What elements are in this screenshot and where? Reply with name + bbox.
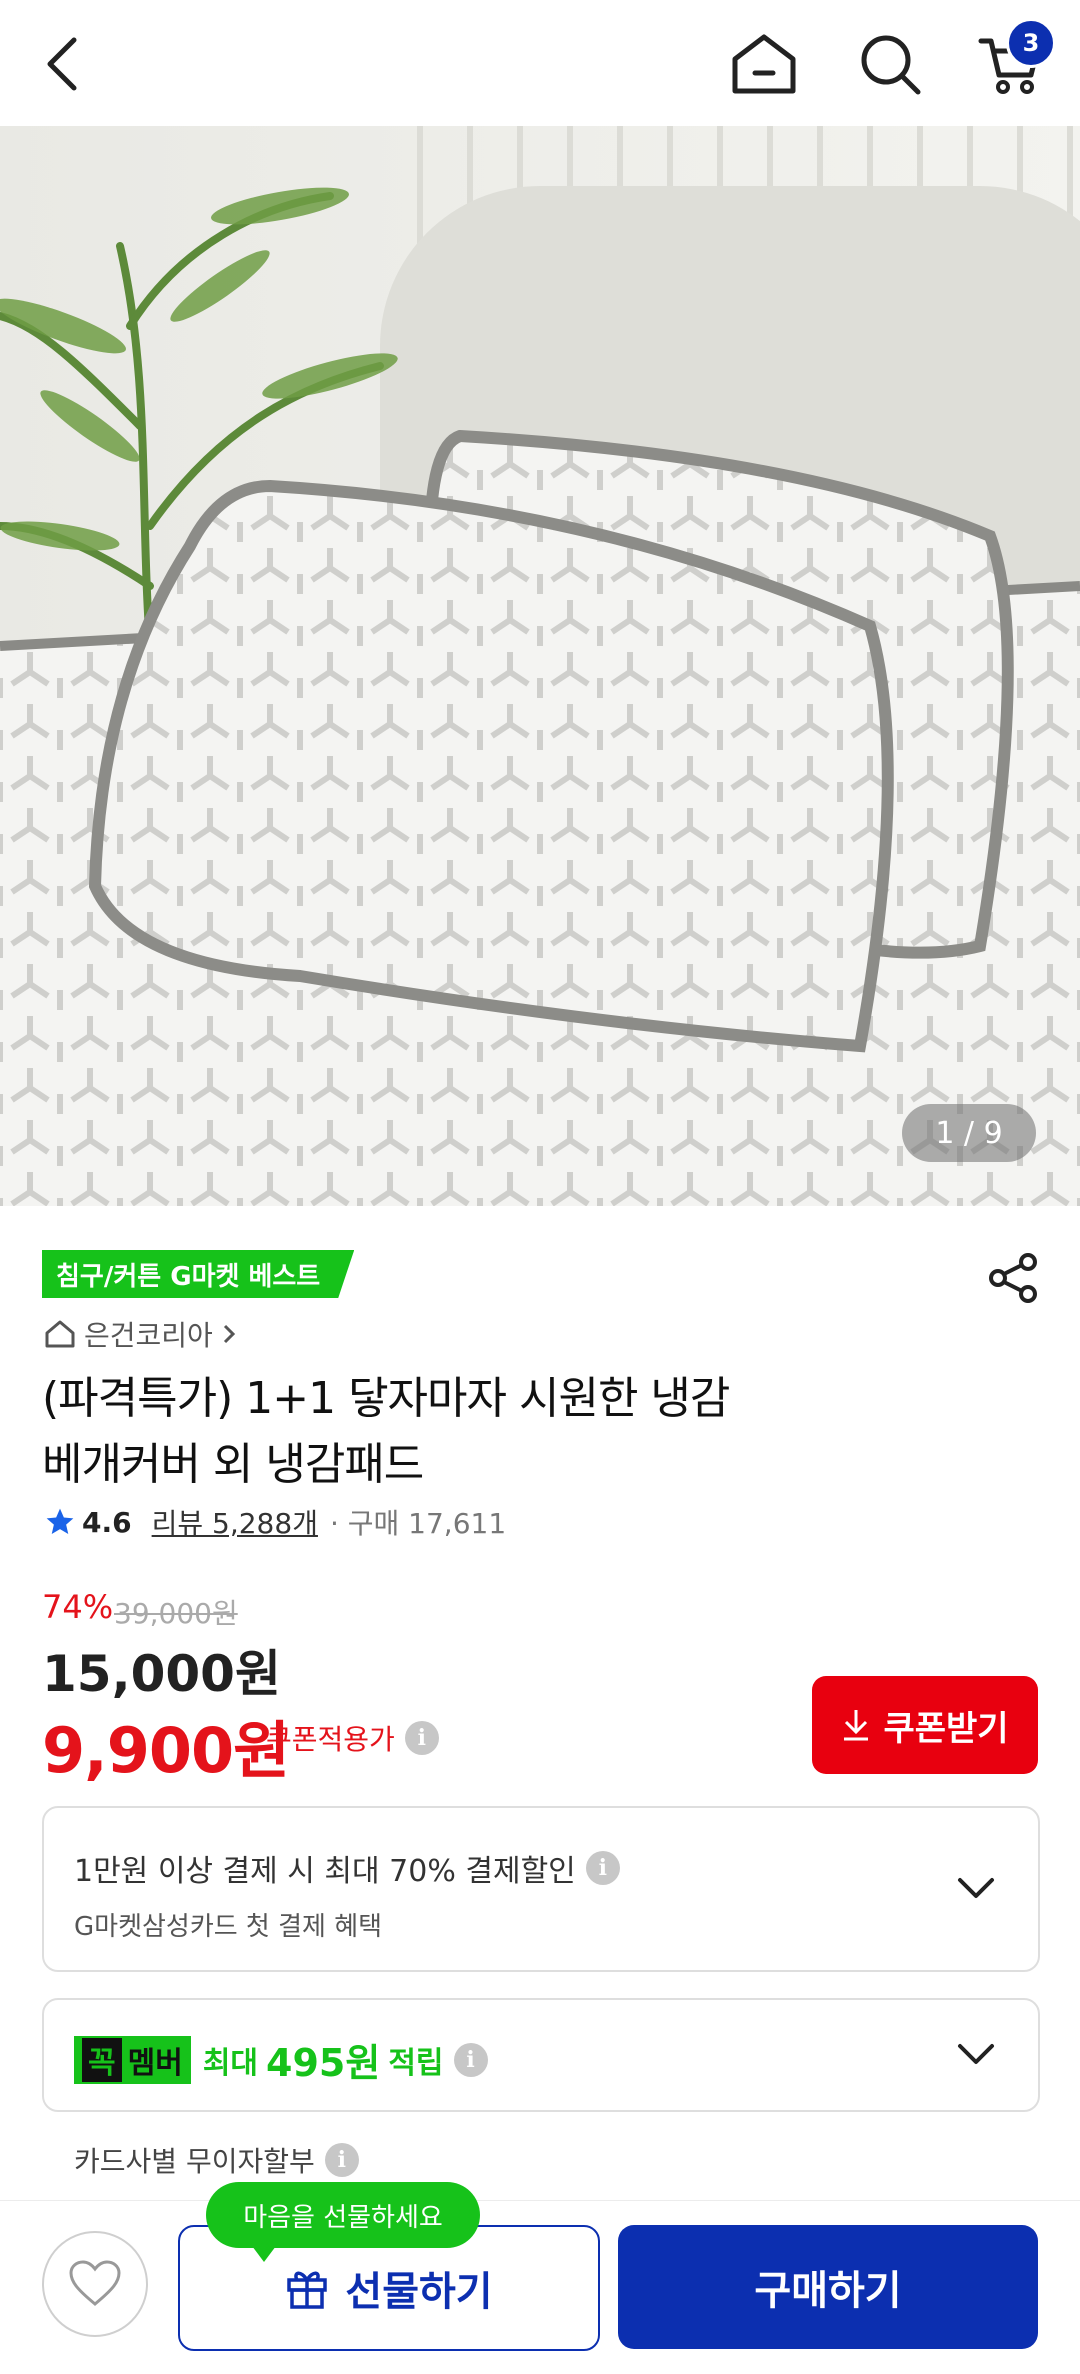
- image-counter: 1 / 9: [902, 1104, 1036, 1162]
- coupon-price-label: 쿠폰적용가 i: [266, 1718, 439, 1758]
- coupon-label-text: 쿠폰적용가: [266, 1723, 395, 1756]
- search-button[interactable]: [852, 26, 928, 102]
- purchase-count: · 구매 17,611: [329, 1507, 507, 1540]
- product-photo: [0, 126, 1080, 1206]
- info-icon[interactable]: i: [404, 1721, 439, 1755]
- gift-label: 선물하기: [345, 2269, 493, 2315]
- buy-label: 구매하기: [754, 2268, 902, 2314]
- member-points-panel[interactable]: 꼭 멤버 최대 495원 적립 i: [42, 1998, 1040, 2112]
- get-coupon-label: 쿠폰받기: [883, 1708, 1009, 1749]
- top-header: 3: [0, 0, 1080, 126]
- card-benefit-title: 1만원 이상 결제 시 최대 70% 결제할인 i: [74, 1846, 620, 1890]
- card-benefit-text: 1만원 이상 결제 시 최대 70% 결제할인: [74, 1854, 576, 1889]
- download-icon: [844, 1710, 869, 1741]
- member-badge-text: 멤버: [127, 2045, 183, 2081]
- card-benefit-panel[interactable]: 1만원 이상 결제 시 최대 70% 결제할인 i G마켓삼성카드 첫 결제 혜…: [42, 1806, 1040, 1972]
- cart-count-badge: 3: [1006, 18, 1056, 68]
- chevron-right-icon: [223, 1324, 235, 1344]
- sale-price: 15,000원: [42, 1645, 281, 1703]
- star-icon: [46, 1508, 74, 1534]
- member-badge: 꼭 멤버: [74, 2035, 191, 2084]
- best-seller-badge[interactable]: 침구/커튼 G마켓 베스트: [42, 1250, 354, 1298]
- wishlist-button[interactable]: [42, 2231, 148, 2337]
- chevron-down-icon[interactable]: [954, 1866, 998, 1910]
- seller-name: 은건코리아: [84, 1319, 213, 1352]
- product-title-line2: 베개커버 외 냉감패드: [42, 1439, 424, 1490]
- share-button[interactable]: [986, 1250, 1042, 1306]
- installment-info: 카드사별 무이자할부 i: [74, 2140, 359, 2180]
- buy-button[interactable]: 구매하기: [618, 2225, 1038, 2349]
- chevron-left-icon: [47, 37, 77, 91]
- home-button[interactable]: [726, 26, 802, 102]
- bottom-action-bar: 선물하기 구매하기: [0, 2200, 1080, 2374]
- rating-score: 4.6: [82, 1505, 132, 1539]
- member-points-value: 495원: [266, 2041, 381, 2085]
- rating-row: 4.6 리뷰 5,288개 · 구매 17,611: [44, 1502, 506, 1542]
- original-price: 39,000원: [114, 1597, 238, 1630]
- search-icon: [861, 35, 921, 95]
- gift-tooltip: 마음을 선물하세요: [206, 2182, 480, 2262]
- coupon-price: 9,900원: [42, 1714, 290, 1787]
- member-max-label: 최대: [202, 2045, 259, 2081]
- home-icon: [732, 34, 796, 94]
- get-coupon-button[interactable]: 쿠폰받기: [812, 1676, 1038, 1774]
- card-benefit-subtitle: G마켓삼성카드 첫 결제 혜택: [74, 1912, 383, 1942]
- member-points-row: 꼭 멤버 최대 495원 적립 i: [74, 2032, 488, 2087]
- product-title-line1: (파격특가) 1+1 닿자마자 시원한 냉감: [42, 1373, 730, 1424]
- chevron-down-icon[interactable]: [954, 2032, 998, 2076]
- discount-rate: 74%: [42, 1588, 114, 1626]
- info-icon[interactable]: i: [585, 1851, 620, 1885]
- back-button[interactable]: [24, 26, 100, 102]
- cart-button[interactable]: 3: [972, 18, 1056, 102]
- installment-text: 카드사별 무이자할부: [74, 2145, 315, 2178]
- product-title: (파격특가) 1+1 닿자마자 시원한 냉감 베개커버 외 냉감패드: [42, 1366, 922, 1498]
- product-image-carousel[interactable]: 1 / 9: [0, 126, 1080, 1206]
- store-home-icon: [45, 1320, 75, 1348]
- member-points-suffix: 적립: [388, 2045, 444, 2081]
- seller-link[interactable]: 은건코리아: [44, 1314, 239, 1354]
- info-icon[interactable]: i: [324, 2143, 359, 2177]
- review-count-link[interactable]: 리뷰 5,288개: [152, 1502, 318, 1542]
- gift-icon: [287, 2271, 328, 2309]
- member-badge-k: 꼭: [82, 2037, 122, 2082]
- heart-icon: [69, 2260, 121, 2306]
- info-icon[interactable]: i: [453, 2042, 488, 2077]
- share-icon: [989, 1253, 1037, 1303]
